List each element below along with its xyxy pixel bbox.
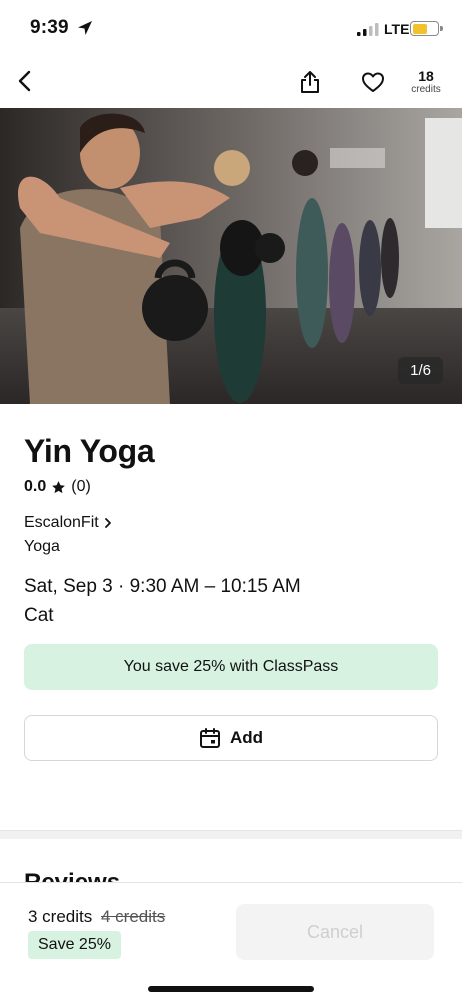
- original-credits-price: 4 credits: [100, 907, 166, 926]
- photo-pager: 1/6: [398, 357, 443, 384]
- price: 3 credits 4 credits: [28, 907, 165, 927]
- class-photo-carousel[interactable]: 1/6: [0, 108, 462, 404]
- instructor-name[interactable]: Cat: [24, 605, 54, 627]
- credits-balance[interactable]: 18 credits: [402, 68, 450, 96]
- back-button[interactable]: [10, 66, 40, 96]
- class-datetime: Sat, Sep 3 · 9:30 AM – 10:15 AM: [24, 576, 301, 597]
- network-label: LTE: [384, 21, 410, 37]
- chevron-right-icon: [104, 518, 111, 528]
- battery-icon: [410, 21, 443, 36]
- credits-count: 18: [418, 68, 434, 84]
- signal-icon: [357, 23, 379, 36]
- class-title: Yin Yoga: [24, 433, 155, 469]
- share-button[interactable]: [294, 66, 326, 98]
- top-nav: 18 credits: [0, 56, 462, 108]
- studio-link[interactable]: EscalonFit: [24, 514, 112, 532]
- cancel-button[interactable]: Cancel: [236, 904, 434, 960]
- home-indicator[interactable]: [148, 986, 314, 992]
- add-button-label: Add: [229, 728, 264, 747]
- booking-bar: 3 credits 4 credits Save 25% Cancel: [0, 882, 462, 1000]
- credits-label: credits: [411, 84, 441, 95]
- status-bar: 9:39 LTE: [0, 0, 462, 56]
- calendar-icon: [199, 728, 220, 748]
- status-time: 9:39: [30, 17, 69, 38]
- class-photo: [0, 108, 462, 404]
- save-badge: Save 25%: [28, 931, 121, 959]
- studio-name: EscalonFit: [24, 514, 99, 531]
- add-to-calendar-button[interactable]: Add: [24, 715, 438, 761]
- chevron-left-icon: [18, 70, 31, 92]
- rating-count: (0): [71, 478, 91, 495]
- credits-price: 3 credits: [28, 907, 93, 926]
- class-category: Yoga: [24, 538, 60, 555]
- section-divider: [0, 830, 462, 839]
- heart-icon: [362, 72, 384, 92]
- location-arrow-icon: [78, 21, 92, 35]
- star-icon: [52, 480, 66, 493]
- favorite-button[interactable]: [357, 66, 389, 98]
- rating-score: 0.0: [24, 478, 47, 495]
- share-icon: [301, 71, 319, 93]
- savings-banner: You save 25% with ClassPass: [24, 644, 438, 690]
- rating[interactable]: 0.0 (0): [24, 478, 91, 496]
